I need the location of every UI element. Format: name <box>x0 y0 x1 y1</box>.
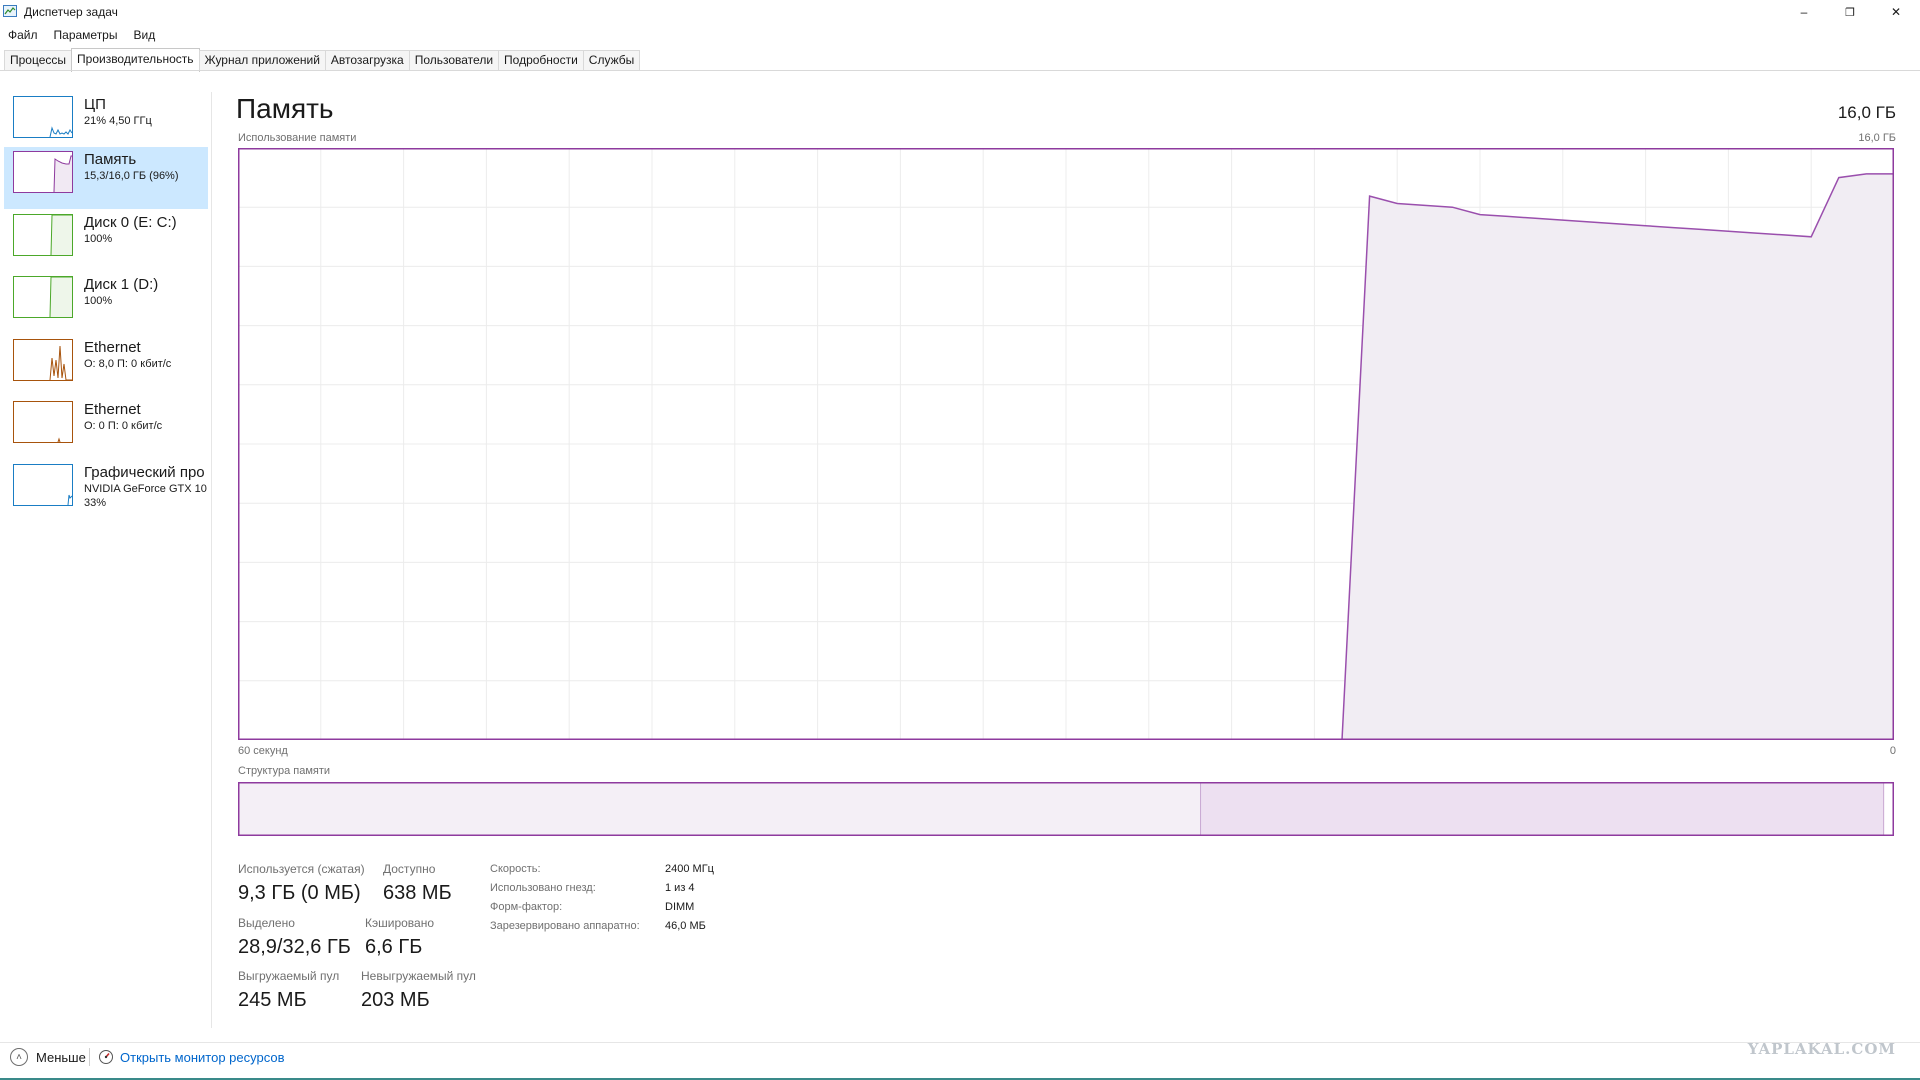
fewer-details-label: Меньше <box>36 1049 86 1065</box>
cached-value: 6,6 ГБ <box>365 936 423 958</box>
sidebar-item-subtitle: 100% <box>84 233 113 245</box>
sidebar-item-memory[interactable]: Память 15,3/16,0 ГБ (96%) <box>4 147 208 209</box>
spec-speed-label: Скорость: <box>490 863 541 875</box>
footer-divider <box>0 1042 1920 1043</box>
minimize-icon: – <box>1800 5 1808 19</box>
usage-area <box>1342 173 1894 740</box>
in-use-value: 9,3 ГБ (0 МБ) <box>238 882 361 904</box>
sidebar-item-subtitle: NVIDIA GeForce GTX 10 <box>84 483 207 495</box>
usage-max-label: 16,0 ГБ <box>1858 132 1896 144</box>
close-button[interactable]: ✕ <box>1873 0 1919 24</box>
sidebar-item-ethernet-1[interactable]: Ethernet О: 8,0 П: 0 кбит/с <box>4 335 208 396</box>
structure-free <box>1883 782 1894 836</box>
window-title: Диспетчер задач <box>24 5 118 19</box>
sidebar-item-title: Диск 0 (E: C:) <box>84 214 177 231</box>
sidebar-divider <box>211 92 212 1028</box>
sidebar-item-ethernet-2[interactable]: Ethernet О: 0 П: 0 кбит/с <box>4 397 208 458</box>
chevron-up-icon: ˄ <box>10 1048 28 1066</box>
task-manager-icon <box>3 5 17 17</box>
sidebar-item-title: Ethernet <box>84 401 141 418</box>
sidebar-item-cpu[interactable]: ЦП 21% 4,50 ГГц <box>4 92 208 153</box>
tab-app-history[interactable]: Журнал приложений <box>198 50 326 71</box>
usage-label: Использование памяти <box>238 132 357 144</box>
available-label: Доступно <box>383 862 436 876</box>
close-icon: ✕ <box>1890 5 1902 19</box>
tab-startup[interactable]: Автозагрузка <box>324 50 410 71</box>
resource-monitor-icon <box>99 1050 113 1064</box>
structure-in-use <box>238 782 1201 836</box>
cached-label: Кэшировано <box>365 916 435 930</box>
sidebar-item-title: Память <box>84 151 137 168</box>
paged-pool-value: 245 МБ <box>238 989 307 1011</box>
memory-structure-bar <box>238 782 1894 836</box>
open-resource-monitor-link[interactable]: Открыть монитор ресурсов <box>98 1049 284 1065</box>
spec-reserved-value: 46,0 МБ <box>665 920 706 932</box>
sidebar-item-subtitle: О: 8,0 П: 0 кбит/с <box>84 358 172 370</box>
spec-reserved-label: Зарезервировано аппаратно: <box>490 920 640 932</box>
available-value: 638 МБ <box>383 882 452 904</box>
sidebar-item-title: Графический про <box>84 464 205 481</box>
spec-slots-label: Использовано гнезд: <box>490 882 596 894</box>
watermark: YAPLAKAL.COM <box>1747 1040 1896 1058</box>
tab-processes[interactable]: Процессы <box>4 50 73 71</box>
fewer-details-button[interactable]: ˄ Меньше <box>10 1048 86 1066</box>
nonpaged-pool-label: Невыгружаемый пул <box>361 969 476 983</box>
ethernet2-thumbnail <box>13 401 73 443</box>
sidebar-item-subtitle-2: 33% <box>84 497 107 509</box>
nonpaged-pool-value: 203 МБ <box>361 989 430 1011</box>
cpu-thumbnail <box>13 96 73 138</box>
structure-label: Структура памяти <box>238 765 331 777</box>
disk0-thumbnail <box>13 214 73 256</box>
sidebar-item-disk0[interactable]: Диск 0 (E: C:) 100% <box>4 210 208 271</box>
in-use-label: Используется (сжатая) <box>238 862 365 876</box>
tab-divider <box>0 70 1920 71</box>
sidebar-item-subtitle: 15,3/16,0 ГБ (96%) <box>84 170 179 182</box>
sidebar-item-title: Ethernet <box>84 339 141 356</box>
restore-button[interactable]: ❐ <box>1827 0 1873 24</box>
memory-thumbnail <box>13 151 73 193</box>
sidebar-item-gpu[interactable]: Графический про NVIDIA GeForce GTX 10 33… <box>4 460 212 521</box>
sidebar-item-disk1[interactable]: Диск 1 (D:) 100% <box>4 272 208 333</box>
gpu-thumbnail <box>13 464 73 506</box>
disk1-thumbnail <box>13 276 73 318</box>
time-start-label: 60 секунд <box>238 745 288 757</box>
spec-slots-value: 1 из 4 <box>665 882 695 894</box>
spec-form-factor-label: Форм-фактор: <box>490 901 563 913</box>
spec-speed-value: 2400 МГц <box>665 863 714 875</box>
memory-usage-graph <box>238 148 1894 740</box>
memory-total: 16,0 ГБ <box>1837 103 1896 122</box>
spec-form-factor-value: DIMM <box>665 901 695 913</box>
ethernet1-thumbnail <box>13 339 73 381</box>
structure-standby <box>1200 782 1884 836</box>
sidebar-item-title: ЦП <box>84 96 106 113</box>
time-end-label: 0 <box>1889 745 1896 757</box>
tab-bar: Процессы Производительность Журнал прило… <box>4 48 641 72</box>
minimize-button[interactable]: – <box>1781 0 1827 24</box>
title-bar: Диспетчер задач – ❐ ✕ <box>0 0 1920 24</box>
sidebar-item-subtitle: 100% <box>84 295 113 307</box>
menu-bar: Файл Параметры Вид <box>0 26 163 46</box>
sidebar-item-subtitle: 21% 4,50 ГГц <box>84 115 152 127</box>
committed-value: 28,9/32,6 ГБ <box>238 936 351 958</box>
restore-icon: ❐ <box>1845 6 1855 19</box>
resource-monitor-label: Открыть монитор ресурсов <box>120 1049 285 1065</box>
page-title: Память <box>236 93 334 124</box>
menu-view[interactable]: Вид <box>125 26 163 46</box>
sidebar-item-subtitle: О: 0 П: 0 кбит/с <box>84 420 163 432</box>
tab-performance[interactable]: Производительность <box>71 48 200 72</box>
paged-pool-label: Выгружаемый пул <box>238 969 340 983</box>
committed-label: Выделено <box>238 916 295 930</box>
menu-options[interactable]: Параметры <box>46 26 126 46</box>
tab-users[interactable]: Пользователи <box>408 50 500 71</box>
footer-separator <box>89 1048 90 1066</box>
menu-file[interactable]: Файл <box>0 26 46 46</box>
tab-details[interactable]: Подробности <box>498 50 584 71</box>
tab-services[interactable]: Службы <box>582 50 641 71</box>
sidebar-item-title: Диск 1 (D:) <box>84 276 159 293</box>
